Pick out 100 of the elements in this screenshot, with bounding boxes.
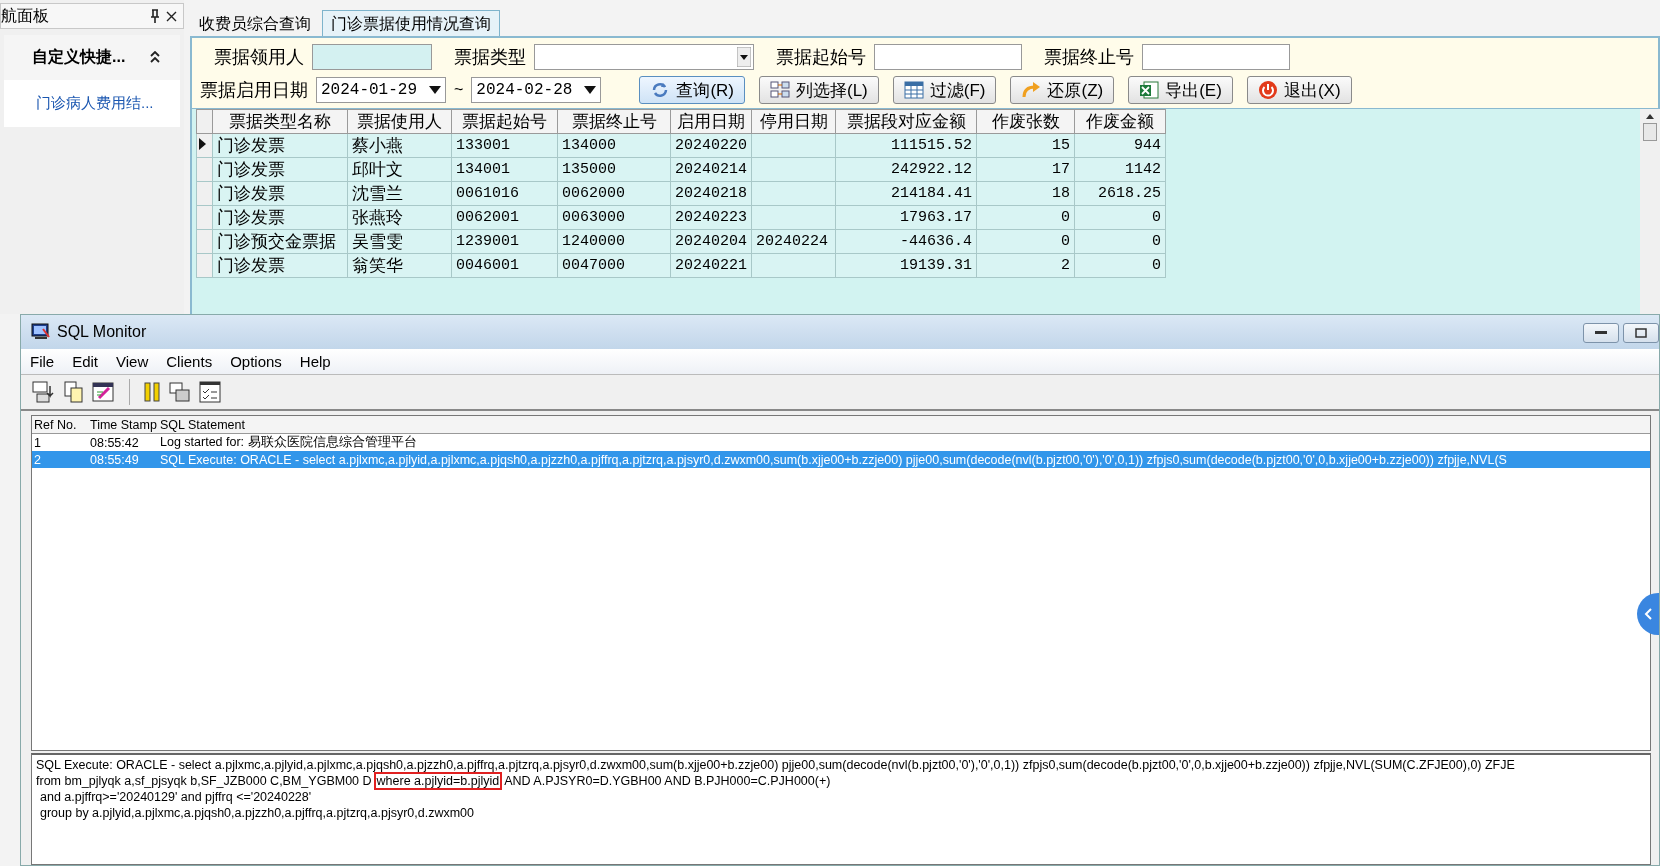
toolbar-button[interactable]: 列选择(L) [759,76,879,104]
column-header[interactable]: 作废金额 [1074,109,1166,134]
close-icon[interactable] [166,10,177,22]
notepad-pen-icon[interactable] [91,380,117,404]
windows-icon[interactable] [168,381,192,403]
menu-item[interactable]: View [107,353,158,370]
table-cell: SQL Execute: ORACLE - select a.pjlxmc,a.pjlyid,a.pjlxmc,a.pjqsh0,a.pjzzh0,a.pjffrq,a.pjtzrq,a.pjsyr0,d.zwxm00,sum(b.xjje00+b.zzje00) pjje00,sum(decode(nvl(b.pjzt00,'0'),'0',0,1)) zfpjs0,sum(decode(b.pjzt00,'0',0,b.xjje00+b.zzje00)) zfpjje,NVL(S [160,452,1507,467]
table-cell: 2 [976,253,1075,278]
table-cell-text: 1 [33,435,42,450]
table-cell: 翁笑华 [347,253,452,278]
table-cell: 944 [1074,133,1166,158]
table-cell: 张燕玲 [347,205,452,230]
column-header[interactable]: 票据类型名称 [212,109,348,134]
toolbar-button[interactable]: 查询(R) [639,76,745,104]
column-header[interactable]: 票据使用人 [347,109,452,134]
table-cell: 0063000 [557,205,671,230]
table-cell: 0047000 [557,253,671,278]
table-cell: 沈雪兰 [347,181,452,206]
column-header[interactable]: SQL Statement [160,417,245,432]
table-cell: 门诊发票 [212,157,348,182]
table-cell: 0 [1074,205,1166,230]
sql-text: and a.pjffrq>='20240129' and pjffrq <='20240228' [40,790,312,804]
monitor-icon [31,323,51,341]
toolbar-button[interactable]: 导出(E) [1128,76,1233,104]
log-row[interactable]: 1 08:55:42 Log started for: 易联众医院信息综合管理平台 [32,434,1650,451]
column-header[interactable]: Time Stamp [84,417,160,432]
table-cell: 17 [976,157,1075,182]
tab[interactable]: 门诊票据使用情况查询 [322,10,500,36]
table-cell: 18 [976,181,1075,206]
scroll-thumb[interactable] [1643,123,1657,141]
table-cell: 1239001 [451,229,558,254]
minimize-button[interactable] [1583,323,1619,343]
columns-icon [770,80,790,100]
group-header: 自定义快捷... [32,47,126,67]
menu-item[interactable]: Clients [157,353,222,370]
scrollbar[interactable] [1640,109,1660,314]
minimize-icon [1595,331,1607,335]
table-cell: 0062001 [451,205,558,230]
field-label: 票据领用人 [214,46,304,69]
menu-item[interactable]: Options [221,353,291,370]
dropdown-arrow-icon[interactable] [584,86,597,94]
monitor-arrow-icon[interactable] [31,380,57,404]
table-cell: 门诊发票 [212,133,348,158]
table-icon [903,80,924,100]
toolbar-button[interactable]: 退出(X) [1246,76,1352,104]
column-header[interactable]: Ref No. [32,417,84,432]
table-cell-text: 08:55:42 [89,435,140,450]
table-cell: -44636.4 [835,229,977,254]
chevron-up-icon[interactable] [150,50,160,63]
checklist-icon[interactable] [198,380,222,404]
table-cell: 2618.25 [1074,181,1166,206]
table-cell: 吴雪雯 [347,229,452,254]
dropdown-arrow-icon[interactable] [737,47,751,67]
pause-icon[interactable] [142,381,162,403]
table-cell: 门诊预交金票据 [212,229,348,254]
maximize-icon [1635,328,1647,338]
table-cell: 19139.31 [835,253,977,278]
table-cell: 111515.52 [835,133,977,158]
window-title: SQL Monitor [57,323,147,341]
table-cell: 242922.12 [835,157,977,182]
date-field[interactable]: 2024-01-29 [316,77,446,103]
log-row[interactable] [32,451,1650,468]
field-label: 票据起始号 [776,46,866,69]
table-cell: 0046001 [451,253,558,278]
pin-icon[interactable] [150,9,160,23]
sql-text: SQL Execute: ORACLE - select a.pjlxmc,a.pjlyid,a.pjlxmc,a.pjqsh0,a.pjzzh0,a.pjffrq,a.pjtzrq,a.pjsyr0,d.zwxm00,sum(b.xjje00+b.zzje00) pjje00,sum(decode(nvl(b.pjzt00,'0'),'0',0,1)) zfpjs0,sum(decode(b.pjzt00,'0',0,b.xjje00+b.zzje00)) zfpjje,NVL(SUM(C.ZFJE00),0) ZFJE [36,758,1515,772]
column-header[interactable]: 作废张数 [976,109,1075,134]
menu-item[interactable]: File [21,353,64,370]
table-cell-text: 2 [33,452,42,467]
menu-item[interactable]: Help [290,353,340,370]
column-header[interactable]: 停用日期 [751,109,836,134]
table-cell: 133001 [451,133,558,158]
table-cell: 135000 [557,157,671,182]
sql-text: from bm_pjlyqk a,sf_pjsyqk b,SF_JZB000 C,BM_YGBM00 D [36,774,372,788]
input-field[interactable] [312,44,432,70]
copy-icon[interactable] [63,380,85,404]
input-field[interactable] [874,44,1022,70]
menu-item[interactable]: Edit [63,353,108,370]
field-label: 票据启用日期 [200,79,308,102]
dropdown-arrow-icon[interactable] [429,86,441,94]
table-cell: 0 [976,229,1075,254]
nav-link[interactable]: 门诊病人费用结... [4,80,154,127]
toolbar-button[interactable]: 还原(Z) [1010,76,1115,104]
column-header[interactable]: 启用日期 [670,109,752,134]
column-header[interactable]: 票据段对应金额 [835,109,977,134]
table-cell: 0 [1074,229,1166,254]
scroll-up-arrow-icon[interactable] [1646,113,1654,119]
toolbar-button[interactable]: 过滤(F) [892,76,997,104]
table-cell: 门诊发票 [212,253,348,278]
dropdown-field[interactable] [534,44,754,70]
date-field[interactable]: 2024-02-28 [471,77,602,103]
table-cell: 214184.41 [835,181,977,206]
table-cell: 蔡小燕 [347,133,452,158]
range-separator: ~ [454,81,464,99]
maximize-button[interactable] [1623,323,1659,343]
input-field[interactable] [1142,44,1290,70]
column-header[interactable]: 票据起始号 [451,109,558,134]
table-cell: 0061016 [451,181,558,206]
column-header[interactable]: 票据终止号 [557,109,671,134]
table-cell-text: 08:55:49 [89,452,140,467]
